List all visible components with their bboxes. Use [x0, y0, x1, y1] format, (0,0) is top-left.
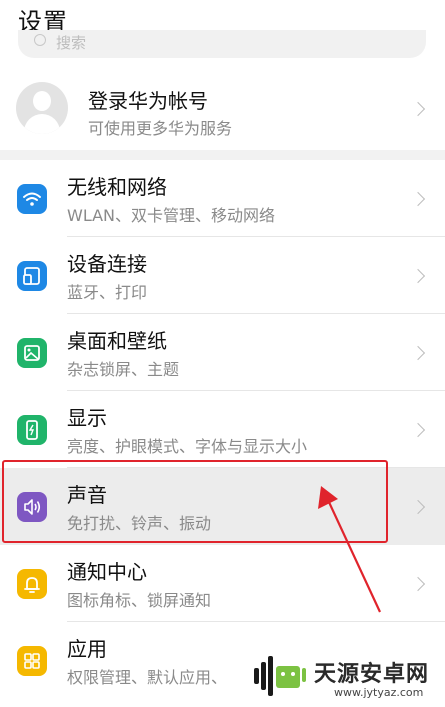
settings-item-display[interactable]: 显示 亮度、护眼模式、字体与显示大小	[0, 391, 445, 468]
settings-item-sub: WLAN、双卡管理、移动网络	[67, 206, 276, 225]
apps-icon	[17, 646, 47, 676]
chevron-right-icon	[410, 191, 426, 207]
watermark-name: 天源安卓网	[314, 662, 430, 687]
section-divider	[0, 150, 445, 160]
chevron-right-icon	[410, 576, 426, 592]
settings-item-sub: 杂志锁屏、主题	[67, 360, 180, 379]
device-connect-icon	[17, 261, 47, 291]
settings-item-label: 桌面和壁纸	[67, 329, 167, 353]
settings-item-label: 应用	[67, 637, 107, 661]
wifi-icon	[17, 184, 47, 214]
avatar	[16, 82, 68, 134]
settings-item-wireless[interactable]: 无线和网络 WLAN、双卡管理、移动网络	[0, 160, 445, 237]
chevron-right-icon	[410, 345, 426, 361]
search-placeholder: 搜索	[56, 34, 87, 52]
display-icon	[17, 415, 47, 445]
chevron-right-icon	[410, 422, 426, 438]
settings-item-label: 显示	[67, 406, 107, 430]
watermark-url: www.jytyaz.com	[334, 686, 424, 699]
chevron-right-icon	[410, 499, 426, 515]
settings-item-notifications[interactable]: 通知中心 图标角标、锁屏通知	[0, 545, 445, 622]
settings-item-label: 设备连接	[67, 252, 147, 276]
search-bar[interactable]: 搜索	[18, 30, 426, 58]
search-icon	[34, 34, 46, 46]
settings-item-sub: 蓝牙、打印	[67, 283, 148, 302]
android-logo-icon	[254, 656, 306, 696]
account-title: 登录华为帐号	[88, 89, 208, 113]
settings-item-device-connection[interactable]: 设备连接 蓝牙、打印	[0, 237, 445, 314]
highlight-box	[2, 460, 388, 543]
settings-item-sub: 权限管理、默认应用、	[67, 668, 228, 687]
chevron-right-icon	[410, 268, 426, 284]
chevron-right-icon	[410, 101, 426, 117]
settings-item-label: 通知中心	[67, 560, 147, 584]
bell-icon	[17, 569, 47, 599]
wallpaper-icon	[17, 338, 47, 368]
account-subtitle: 可使用更多华为服务	[88, 119, 233, 138]
settings-item-sub: 图标角标、锁屏通知	[67, 591, 212, 610]
watermark: 天源安卓网 www.jytyaz.com	[250, 652, 445, 707]
account-login-item[interactable]: 登录华为帐号 可使用更多华为服务	[0, 70, 445, 150]
settings-item-label: 无线和网络	[67, 175, 167, 199]
settings-item-wallpaper[interactable]: 桌面和壁纸 杂志锁屏、主题	[0, 314, 445, 391]
settings-item-sub: 亮度、护眼模式、字体与显示大小	[67, 437, 308, 456]
